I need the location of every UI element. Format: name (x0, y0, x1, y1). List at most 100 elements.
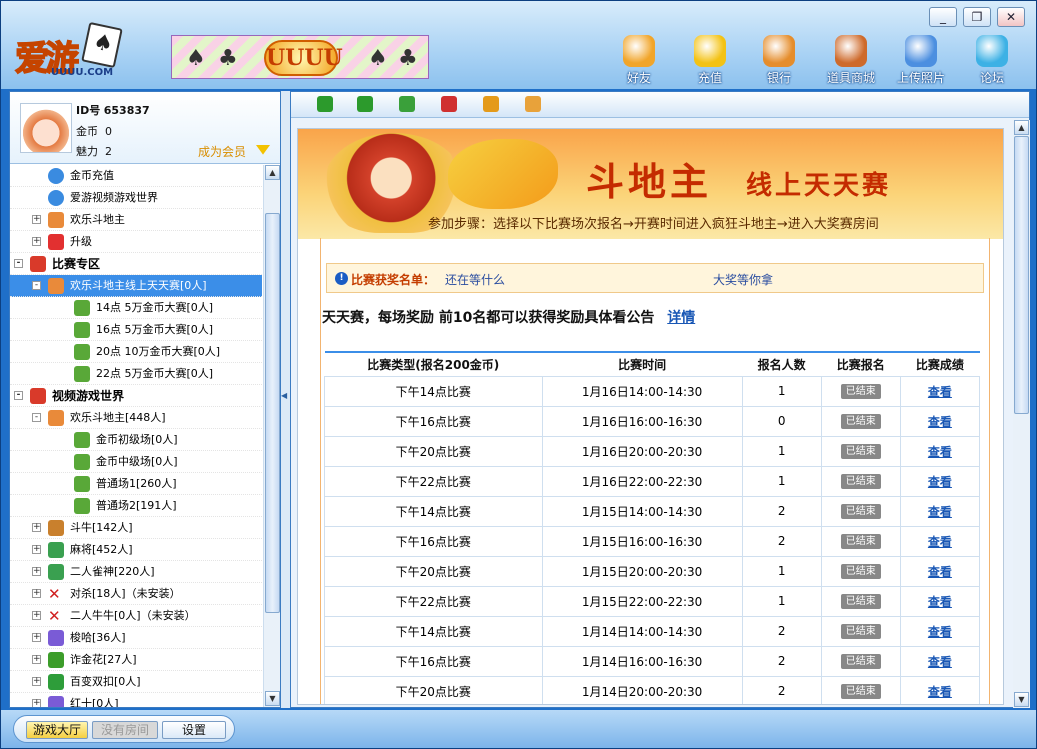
panel-splitter[interactable] (281, 91, 290, 708)
content-scrollbar[interactable]: ▲ ▼ (1013, 120, 1030, 708)
tree-item-label: 二人雀神[220人] (70, 565, 155, 578)
minimize-button[interactable]: _ (929, 7, 957, 27)
match-type-cell: 下午20点比赛 (324, 555, 543, 586)
expand-icon[interactable]: + (32, 567, 41, 576)
tree-item[interactable]: 14点 5万金币大赛[0人] (10, 297, 262, 319)
collapse-icon[interactable]: - (14, 391, 23, 400)
view-result-link[interactable]: 查看 (928, 415, 952, 429)
tree-section-header[interactable]: - 视频游戏世界 (10, 385, 262, 407)
view-result-link[interactable]: 查看 (928, 565, 952, 579)
tree-item[interactable]: + 二人雀神[220人] (10, 561, 262, 583)
toolbar-button-4[interactable]: 上传照片 (891, 35, 951, 85)
promo-banner[interactable]: ♠ ♣ UUUU ♠ ♣ (171, 35, 429, 79)
tree-item[interactable]: + 斗牛[142人] (10, 517, 262, 539)
expand-icon[interactable]: + (32, 633, 41, 642)
house-icon (74, 498, 90, 514)
tree-item[interactable]: + 欢乐斗地主 (10, 209, 262, 231)
toolbar-button-2[interactable]: 银行 (749, 35, 809, 85)
expand-icon[interactable]: + (32, 523, 41, 532)
bottom-tab-2[interactable]: 设置 (162, 721, 226, 739)
toolbar-button-3[interactable]: 道具商城 (821, 35, 881, 85)
expand-icon[interactable]: + (32, 677, 41, 686)
tree-item[interactable]: 16点 5万金币大赛[0人] (10, 319, 262, 341)
tree-section-header[interactable]: - 比赛专区 (10, 253, 262, 275)
expand-icon[interactable]: + (32, 611, 41, 620)
tree-item[interactable]: 金币中级场[0人] (10, 451, 262, 473)
tree-item[interactable]: + ✕ 对杀[18人]（未安装） (10, 583, 262, 605)
tree-item[interactable]: 22点 5万金币大赛[0人] (10, 363, 262, 385)
tree-item[interactable]: 20点 10万金币大赛[0人] (10, 341, 262, 363)
tree-item[interactable]: 普通场1[260人] (10, 473, 262, 495)
expand-icon[interactable]: + (32, 545, 41, 554)
scroll-up-arrow[interactable]: ▲ (265, 165, 280, 180)
mahjong-icon (48, 564, 64, 580)
toolbar-label: 银行 (766, 71, 791, 85)
toolbar-button-5[interactable]: 论坛 (962, 35, 1022, 85)
collapse-icon[interactable]: - (14, 259, 23, 268)
stop-icon[interactable] (441, 96, 457, 112)
close-button[interactable]: ✕ (997, 7, 1025, 27)
hero-title: 斗地主 (586, 159, 713, 204)
tree-item[interactable]: 爱游视频游戏世界 (10, 187, 262, 209)
view-result-link[interactable]: 查看 (928, 595, 952, 609)
tree-scrollbar[interactable]: ▲ ▼ (263, 165, 280, 707)
refresh-icon[interactable] (399, 96, 415, 112)
scroll-up-arrow[interactable]: ▲ (1014, 120, 1029, 135)
tree-item[interactable]: + 升级 (10, 231, 262, 253)
view-result-link[interactable]: 查看 (928, 445, 952, 459)
tree-item[interactable]: - 欢乐斗地主[448人] (10, 407, 262, 429)
forward-arrow-icon[interactable] (357, 96, 373, 112)
bottom-tab-0[interactable]: 游戏大厅 (26, 721, 88, 739)
view-result-link[interactable]: 查看 (928, 625, 952, 639)
tree-item[interactable]: 金币充值 (10, 165, 262, 187)
restore-button[interactable]: ❐ (963, 7, 991, 27)
home-icon[interactable] (483, 96, 499, 112)
table-header-cell: 比赛类型(报名200金币) (324, 351, 543, 376)
expand-icon[interactable]: + (32, 215, 41, 224)
view-result-link[interactable]: 查看 (928, 505, 952, 519)
details-link[interactable]: 详情 (667, 310, 695, 326)
toolbar-button-1[interactable]: 充值 (680, 35, 740, 85)
scroll-thumb[interactable] (265, 213, 280, 613)
tree-item[interactable]: + 麻将[452人] (10, 539, 262, 561)
tree-item[interactable]: + 红十[0人] (10, 693, 262, 707)
face-icon (48, 278, 64, 294)
expand-icon[interactable]: + (32, 699, 41, 707)
result-cell: 查看 (900, 435, 981, 466)
tree-item[interactable]: + 百变双扣[0人] (10, 671, 262, 693)
view-result-link[interactable]: 查看 (928, 685, 952, 699)
scroll-down-arrow[interactable]: ▼ (1014, 692, 1029, 707)
toolbar-button-0[interactable]: 好友 (609, 35, 669, 85)
view-result-link[interactable]: 查看 (928, 655, 952, 669)
back-arrow-icon[interactable] (317, 96, 333, 112)
table-row: 下午20点比赛 1月15日20:00-20:30 1 已结束 查看 (324, 555, 981, 586)
cross-icon: ✕ (48, 607, 61, 625)
tree-item[interactable]: + ✕ 二人牛牛[0人]（未安装） (10, 605, 262, 627)
tree-item[interactable]: 普通场2[191人] (10, 495, 262, 517)
mahjong-icon (48, 542, 64, 558)
view-result-link[interactable]: 查看 (928, 475, 952, 489)
scroll-thumb[interactable] (1014, 136, 1029, 414)
notice-text-1[interactable]: 还在等什么 (445, 271, 505, 288)
gold-value: 0 (105, 125, 112, 138)
notice-text-2[interactable]: 大奖等你拿 (713, 271, 773, 288)
view-result-link[interactable]: 查看 (928, 535, 952, 549)
match-time-cell: 1月16日14:00-14:30 (542, 375, 743, 406)
collapse-icon[interactable]: - (32, 281, 41, 290)
table-row: 下午22点比赛 1月16日22:00-22:30 1 已结束 查看 (324, 465, 981, 496)
expand-icon[interactable]: + (32, 589, 41, 598)
tree-item[interactable]: 金币初级场[0人] (10, 429, 262, 451)
avatar[interactable] (20, 103, 72, 153)
tree-item[interactable]: + 诈金花[27人] (10, 649, 262, 671)
chevron-down-icon[interactable] (256, 145, 270, 155)
view-result-link[interactable]: 查看 (928, 385, 952, 399)
tree-item[interactable]: + 梭哈[36人] (10, 627, 262, 649)
scroll-down-arrow[interactable]: ▼ (265, 691, 280, 706)
tree-item[interactable]: - 欢乐斗地主线上天天赛[0人] (10, 275, 262, 297)
expand-icon[interactable]: + (32, 655, 41, 664)
become-member-link[interactable]: 成为会员 (198, 143, 246, 160)
collapse-icon[interactable]: - (32, 413, 41, 422)
expand-icon[interactable]: + (32, 237, 41, 246)
favorite-icon[interactable] (525, 96, 541, 112)
flower-icon (48, 652, 64, 668)
